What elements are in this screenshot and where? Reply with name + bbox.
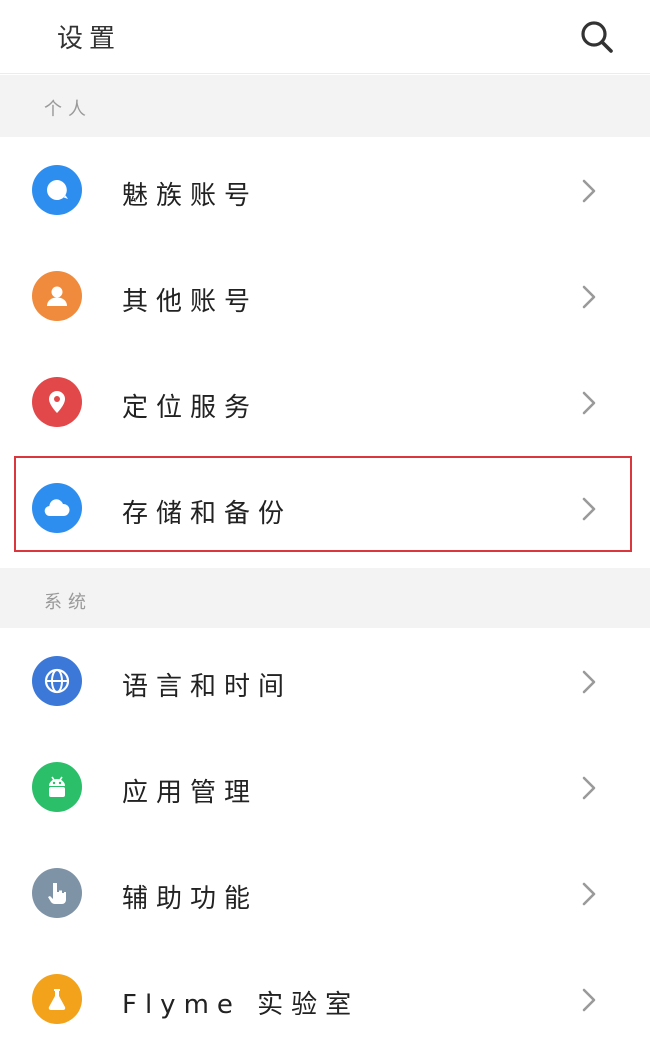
settings-item-label: 魅族账号 xyxy=(122,181,259,211)
settings-item-app-management[interactable]: 应用管理 xyxy=(0,734,650,840)
chevron-right-icon xyxy=(582,285,596,309)
section-header-personal: 个人 xyxy=(0,75,650,137)
person-icon xyxy=(32,271,82,321)
settings-item-label: 辅助功能 xyxy=(122,884,259,914)
search-icon[interactable] xyxy=(578,18,616,56)
chevron-right-icon xyxy=(582,497,596,521)
chevron-right-icon xyxy=(582,988,596,1012)
settings-item-storage-backup[interactable]: 存储和备份 xyxy=(0,455,650,561)
settings-item-label: 应用管理 xyxy=(122,778,259,808)
globe-icon xyxy=(32,656,82,706)
flyme-account-icon xyxy=(32,165,82,215)
hand-pointer-icon xyxy=(32,868,82,918)
chevron-right-icon xyxy=(582,882,596,906)
android-icon xyxy=(32,762,82,812)
section-label: 个人 xyxy=(44,99,92,120)
settings-item-flyme-account[interactable]: 魅族账号 xyxy=(0,137,650,243)
location-pin-icon xyxy=(32,377,82,427)
settings-item-language-time[interactable]: 语言和时间 xyxy=(0,628,650,734)
settings-item-accessibility[interactable]: 辅助功能 xyxy=(0,840,650,946)
page-title: 设置 xyxy=(57,24,122,54)
chevron-right-icon xyxy=(582,670,596,694)
settings-item-location-services[interactable]: 定位服务 xyxy=(0,349,650,455)
chevron-right-icon xyxy=(582,776,596,800)
section-header-system: 系统 xyxy=(0,568,650,628)
settings-item-label: 存储和备份 xyxy=(122,499,293,529)
cloud-icon xyxy=(32,483,82,533)
settings-item-flyme-lab[interactable]: Flyme 实验室 xyxy=(0,946,650,1044)
settings-item-label: Flyme 实验室 xyxy=(122,990,360,1020)
settings-item-other-accounts[interactable]: 其他账号 xyxy=(0,243,650,349)
flask-icon xyxy=(32,974,82,1024)
app-header: 设置 xyxy=(0,0,650,74)
settings-item-label: 定位服务 xyxy=(122,393,259,423)
settings-item-label: 语言和时间 xyxy=(122,672,293,702)
section-label: 系统 xyxy=(44,592,92,613)
settings-item-label: 其他账号 xyxy=(122,287,259,317)
chevron-right-icon xyxy=(582,179,596,203)
chevron-right-icon xyxy=(582,391,596,415)
